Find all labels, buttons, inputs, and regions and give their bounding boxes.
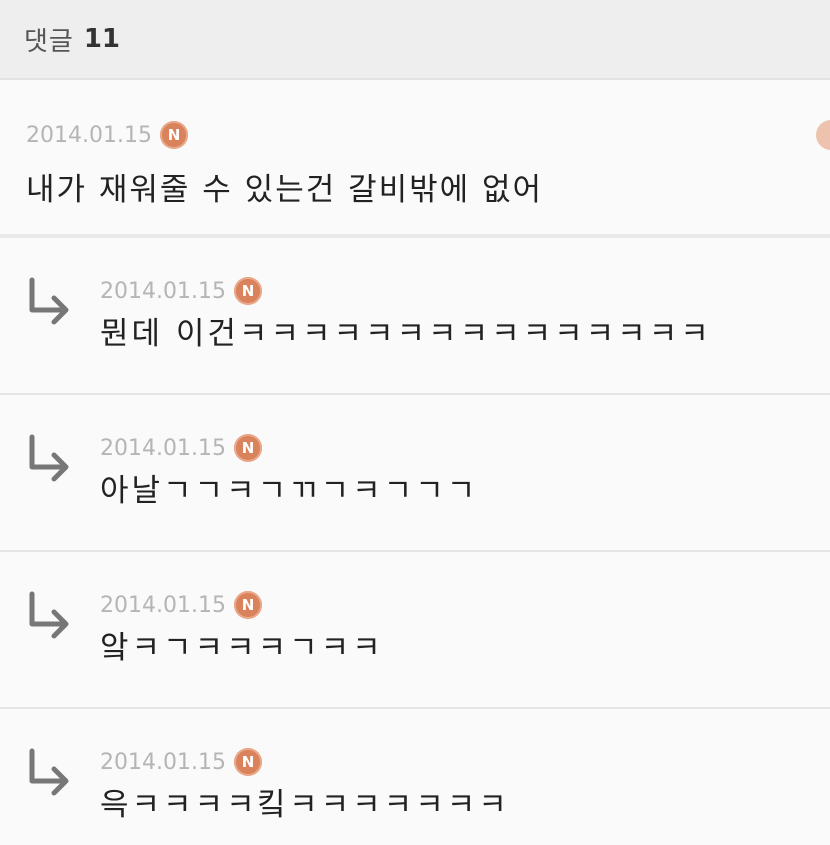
new-badge-icon: N [233, 591, 262, 619]
reply-item[interactable]: 2014.01.15 N 윽ㅋㅋㅋㅋ킼ㅋㅋㅋㅋㅋㅋㅋ [0, 709, 830, 845]
comment-date: 2014.01.15 [26, 122, 152, 148]
reply-item[interactable]: 2014.01.15 N 아날ㄱㄱㅋㄱㄲㄱㅋㄱㄱㄱ [0, 395, 830, 552]
reply-date: 2014.01.15 [100, 278, 226, 304]
reply-text: 앜ㅋㄱㅋㅋㅋㄱㅋㅋ [100, 630, 384, 666]
new-badge-icon: N [159, 121, 188, 149]
reply-meta: 2014.01.15 N [100, 747, 262, 777]
reply-date: 2014.01.15 [100, 435, 226, 461]
new-badge-icon: N [233, 748, 262, 776]
reply-date: 2014.01.15 [100, 592, 226, 618]
reply-item[interactable]: 2014.01.15 N 앜ㅋㄱㅋㅋㅋㄱㅋㅋ [0, 552, 830, 709]
reply-arrow-icon [29, 591, 69, 639]
reply-text: 뭔데 이건ㅋㅋㅋㅋㅋㅋㅋㅋㅋㅋㅋㅋㅋㅋㅋ [100, 316, 712, 352]
reply-arrow-icon [29, 434, 69, 482]
reply-arrow-icon [29, 748, 69, 796]
reply-meta: 2014.01.15 N [100, 433, 262, 463]
reply-text: 아날ㄱㄱㅋㄱㄲㄱㅋㄱㄱㄱ [100, 473, 479, 509]
reply-date: 2014.01.15 [100, 749, 226, 775]
new-badge-icon: N [233, 277, 262, 305]
comment-count: 11 [83, 24, 121, 54]
comment-text: 내가 재워줄 수 있는건 갈비밖에 없어 [26, 172, 544, 208]
reply-item[interactable]: 2014.01.15 N 뭔데 이건ㅋㅋㅋㅋㅋㅋㅋㅋㅋㅋㅋㅋㅋㅋㅋ [0, 238, 830, 395]
comment-header-label: 댓글 [24, 26, 74, 57]
reply-arrow-icon [29, 277, 69, 325]
reply-text: 윽ㅋㅋㅋㅋ킼ㅋㅋㅋㅋㅋㅋㅋ [100, 787, 510, 823]
reply-meta: 2014.01.15 N [100, 590, 262, 620]
comment-item[interactable]: 2014.01.15 N 내가 재워줄 수 있는건 갈비밖에 없어 [0, 80, 830, 238]
new-badge-icon: N [233, 434, 262, 462]
reply-meta: 2014.01.15 N [100, 276, 262, 306]
comment-meta: 2014.01.15 N [26, 120, 830, 150]
comment-header: 댓글 11 [0, 0, 830, 80]
comment-page: 댓글 11 2014.01.15 N 내가 재워줄 수 있는건 갈비밖에 없어 … [0, 0, 830, 845]
